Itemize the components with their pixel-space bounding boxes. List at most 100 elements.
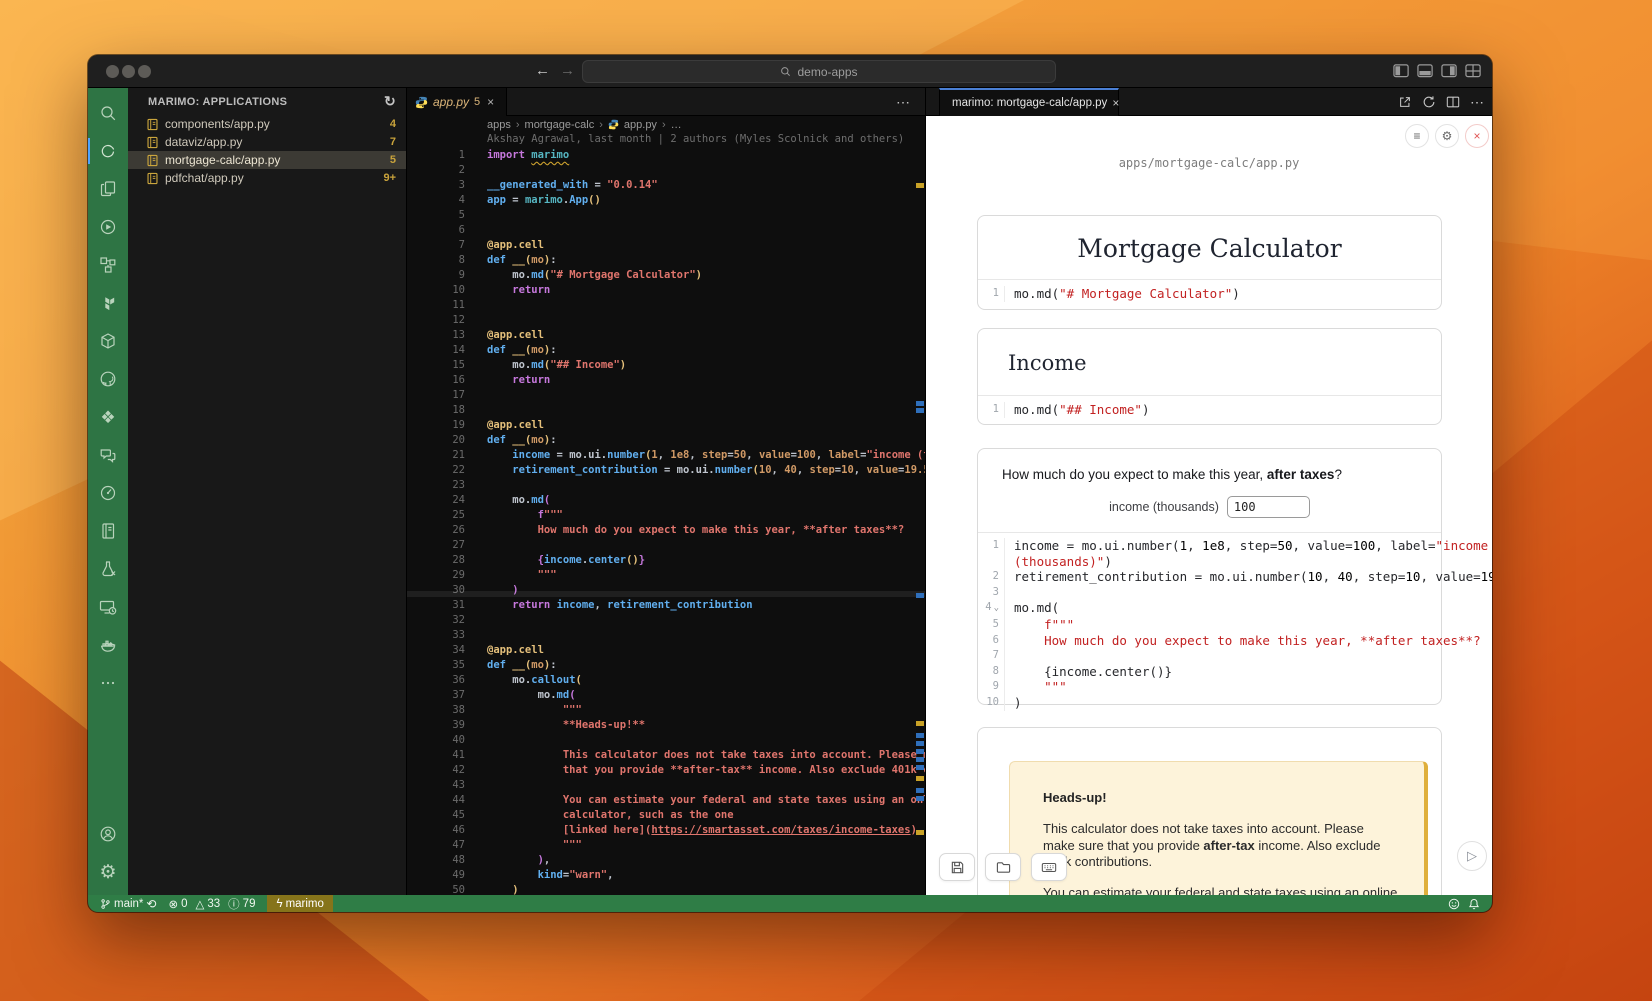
- vscode-window: ← → demo-apps ❖ ⚙ MARIMO: APPLICATIONS ↻: [88, 55, 1492, 912]
- command-center-search[interactable]: demo-apps: [582, 60, 1056, 83]
- activity-search[interactable]: [88, 94, 128, 132]
- cell-code[interactable]: 1mo.md("# Mortgage Calculator"): [978, 280, 1441, 308]
- tab-label: app.py: [433, 95, 469, 109]
- activity-settings[interactable]: ⚙: [88, 853, 128, 891]
- activity-remote-window[interactable]: [88, 588, 128, 626]
- notebook-icon: [146, 154, 159, 167]
- code-editor[interactable]: 1import marimo23__generated_with = "0.0.…: [407, 148, 925, 895]
- activity-infrastructure[interactable]: [88, 246, 128, 284]
- zoom-window-button[interactable]: [138, 65, 151, 78]
- keyboard-shortcuts-button[interactable]: [1031, 853, 1067, 881]
- section-title: Income: [978, 329, 1441, 375]
- git-branch-item[interactable]: main* ⟲: [96, 895, 160, 912]
- toggle-primary-sidebar-icon[interactable]: [1393, 63, 1410, 79]
- activity-marimo[interactable]: [88, 132, 128, 170]
- search-icon: [99, 104, 117, 122]
- minimize-window-button[interactable]: [122, 65, 135, 78]
- cell-code[interactable]: 1income = mo.ui.number(1, 1e8, step=50, …: [978, 533, 1441, 716]
- activity-run-pointer[interactable]: [88, 208, 128, 246]
- settings-button[interactable]: ⚙: [1435, 124, 1459, 148]
- marimo-status-badge[interactable]: ϟ marimo: [267, 895, 332, 912]
- run-app-button[interactable]: ▷: [1457, 841, 1487, 871]
- activity-terraform[interactable]: [88, 284, 128, 322]
- toggle-panel-icon[interactable]: [1417, 63, 1434, 79]
- tab-marimo-preview[interactable]: marimo: mortgage-calc/app.py ×: [939, 88, 1119, 116]
- activity-diamonds[interactable]: ❖: [88, 398, 128, 436]
- code-line: 2retirement_contribution = mo.ui.number(…: [978, 569, 1441, 585]
- activity-gauge[interactable]: [88, 474, 128, 512]
- activity-tests[interactable]: [88, 550, 128, 588]
- activity-comments[interactable]: [88, 436, 128, 474]
- editor-group-preview: marimo: mortgage-calc/app.py × ⋯ ≡ ⚙ × a…: [925, 88, 1492, 895]
- editor-group-code: app.py 5 × ⋯ apps› mortgage-calc› app.py…: [407, 88, 925, 895]
- code-line: 20def __(mo):: [407, 433, 925, 448]
- open-external-icon[interactable]: [1398, 95, 1412, 109]
- code-line: 13@app.cell: [407, 328, 925, 343]
- tests-icon: [99, 560, 117, 578]
- sidebar-item-components[interactable]: components/app.py 4: [128, 115, 406, 133]
- sidebar-title: MARIMO: APPLICATIONS: [148, 96, 287, 108]
- search-icon: [780, 66, 791, 77]
- search-text: demo-apps: [797, 65, 857, 79]
- editor-actions-more-icon[interactable]: ⋯: [896, 88, 911, 116]
- git-blame-annotation: Akshay Agrawal, last month | 2 authors (…: [487, 133, 904, 148]
- activity-notebook[interactable]: [88, 512, 128, 550]
- code-line: 6: [407, 223, 925, 238]
- feedback-icon[interactable]: [1448, 898, 1460, 910]
- notebook-icon: [146, 172, 159, 185]
- activity-github[interactable]: [88, 360, 128, 398]
- income-number-input[interactable]: 100: [1227, 496, 1310, 518]
- history-forward-button[interactable]: →: [560, 62, 575, 79]
- code-line: 23: [407, 478, 925, 493]
- open-folder-button[interactable]: [985, 853, 1021, 881]
- code-line: 7@app.cell: [407, 238, 925, 253]
- more-actions-icon[interactable]: ⋯: [1470, 94, 1484, 111]
- code-line: 1mo.md("# Mortgage Calculator"): [978, 286, 1441, 302]
- activity-docker[interactable]: [88, 626, 128, 664]
- problems-item[interactable]: ⊗0 △33 ⓘ79: [164, 895, 259, 912]
- save-button[interactable]: [939, 853, 975, 881]
- run-pointer-icon: [99, 218, 117, 236]
- cell-code[interactable]: 1mo.md("## Income"): [978, 396, 1441, 424]
- code-line: 26 How much do you expect to make this y…: [407, 523, 925, 538]
- history-back-button[interactable]: ←: [535, 62, 550, 79]
- code-line: 10 return: [407, 283, 925, 298]
- activity-account[interactable]: [88, 815, 128, 853]
- close-icon[interactable]: ×: [1112, 96, 1119, 110]
- activity-more[interactable]: [88, 664, 128, 702]
- title-bar: ← → demo-apps: [88, 55, 1492, 88]
- package-icon: [99, 332, 117, 350]
- shutdown-button[interactable]: ×: [1465, 124, 1489, 148]
- tab-app-py[interactable]: app.py 5 ×: [407, 88, 507, 116]
- code-line: 11: [407, 298, 925, 313]
- code-line: 16 return: [407, 373, 925, 388]
- breadcrumb[interactable]: apps› mortgage-calc› app.py› …: [487, 116, 682, 133]
- code-line: 49 kind="warn",: [407, 868, 925, 883]
- python-icon: [608, 119, 619, 130]
- code-line: 33: [407, 628, 925, 643]
- sidebar-marimo-applications: MARIMO: APPLICATIONS ↻ components/app.py…: [128, 88, 407, 895]
- close-window-button[interactable]: [106, 65, 119, 78]
- toggle-secondary-sidebar-icon[interactable]: [1441, 63, 1458, 79]
- refresh-icon[interactable]: ↻: [384, 93, 396, 110]
- activity-copy[interactable]: [88, 170, 128, 208]
- split-editor-icon[interactable]: [1446, 95, 1460, 109]
- code-line: 29 """: [407, 568, 925, 583]
- sidebar-item-pdfchat[interactable]: pdfchat/app.py 9+: [128, 169, 406, 187]
- comments-icon: [99, 446, 117, 464]
- sidebar-item-dataviz[interactable]: dataviz/app.py 7: [128, 133, 406, 151]
- close-icon[interactable]: ×: [487, 95, 494, 109]
- file-name: dataviz/app.py: [165, 135, 242, 149]
- refresh-icon[interactable]: [1422, 95, 1436, 109]
- code-line: 14def __(mo):: [407, 343, 925, 358]
- sidebar-item-mortgage-calc[interactable]: mortgage-calc/app.py 5: [128, 151, 406, 169]
- customize-layout-icon[interactable]: [1465, 63, 1482, 79]
- item-badge: 4: [390, 118, 396, 130]
- bell-icon[interactable]: [1468, 898, 1480, 910]
- question-text: How much do you expect to make this year…: [1002, 467, 1267, 482]
- code-line: 47 """: [407, 838, 925, 853]
- code-line: 50 ): [407, 883, 925, 895]
- save-icon: [950, 860, 965, 875]
- menu-button[interactable]: ≡: [1405, 124, 1429, 148]
- activity-package[interactable]: [88, 322, 128, 360]
